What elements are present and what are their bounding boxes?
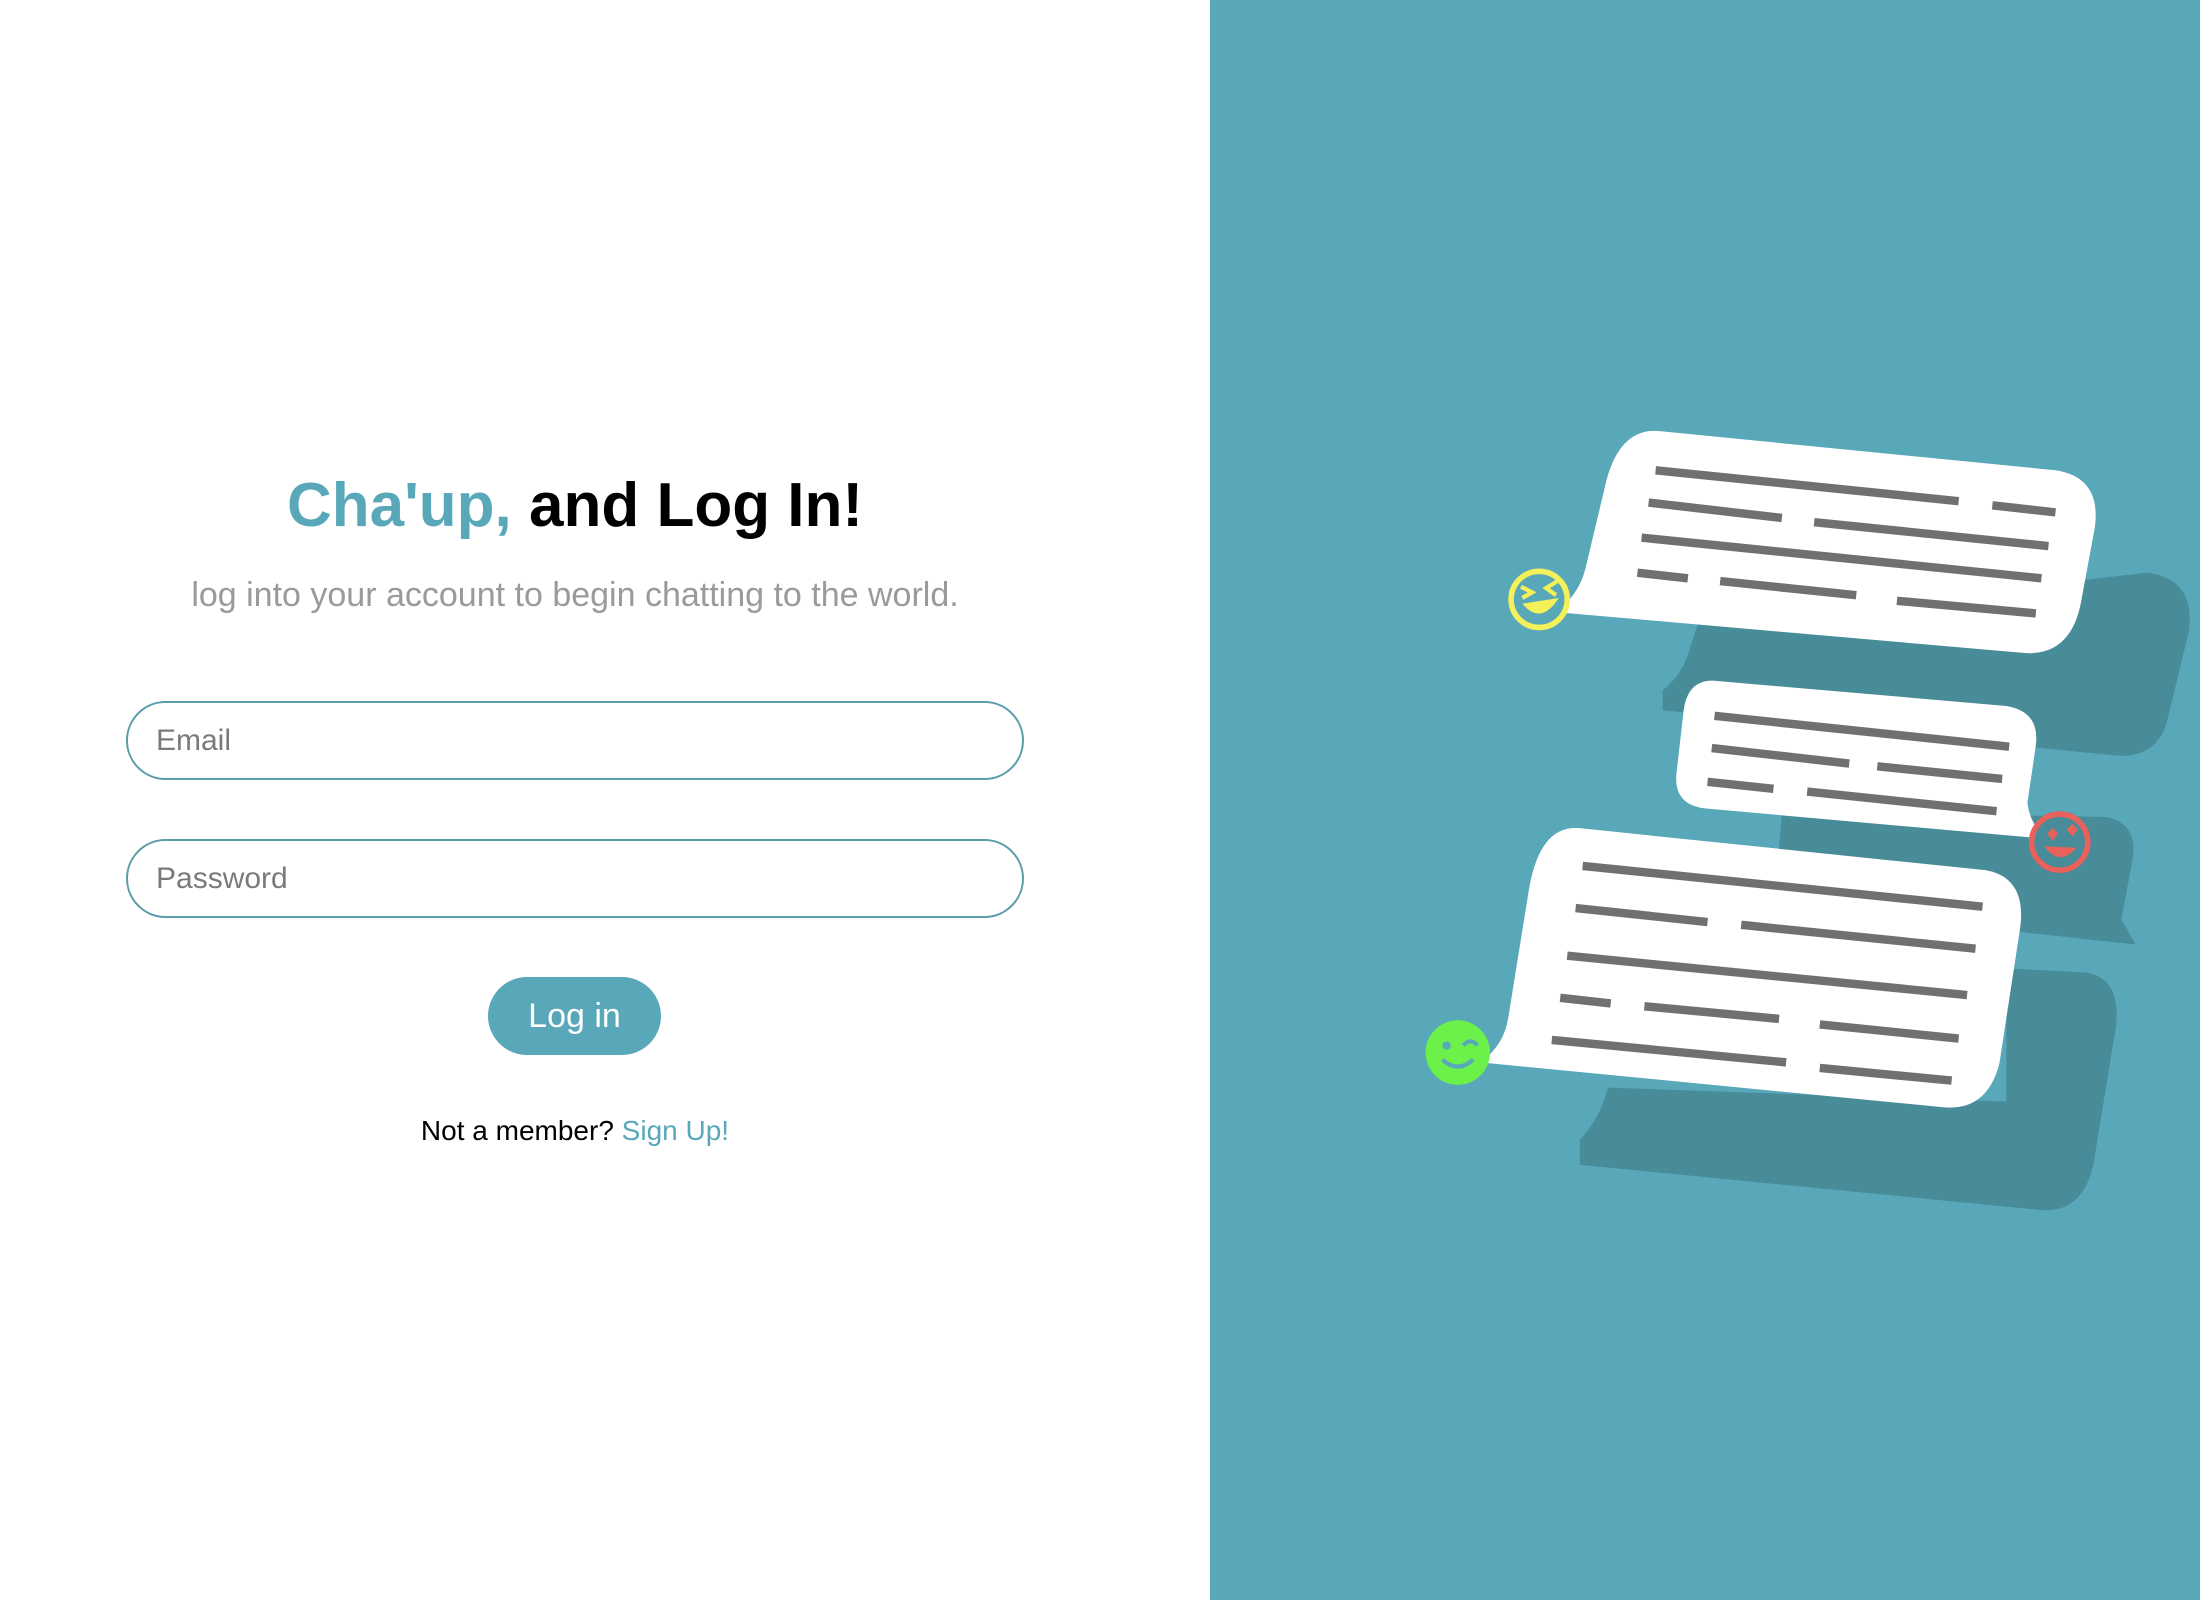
heart-eyes-emoji-icon xyxy=(2028,811,2091,873)
laughing-emoji-icon xyxy=(1508,568,1571,631)
bottom-chat-bubble xyxy=(1480,827,2022,1108)
winking-emoji-icon xyxy=(1425,1020,1491,1085)
chat-bubbles xyxy=(1480,430,2096,1108)
chat-illustration xyxy=(1425,430,2190,1211)
